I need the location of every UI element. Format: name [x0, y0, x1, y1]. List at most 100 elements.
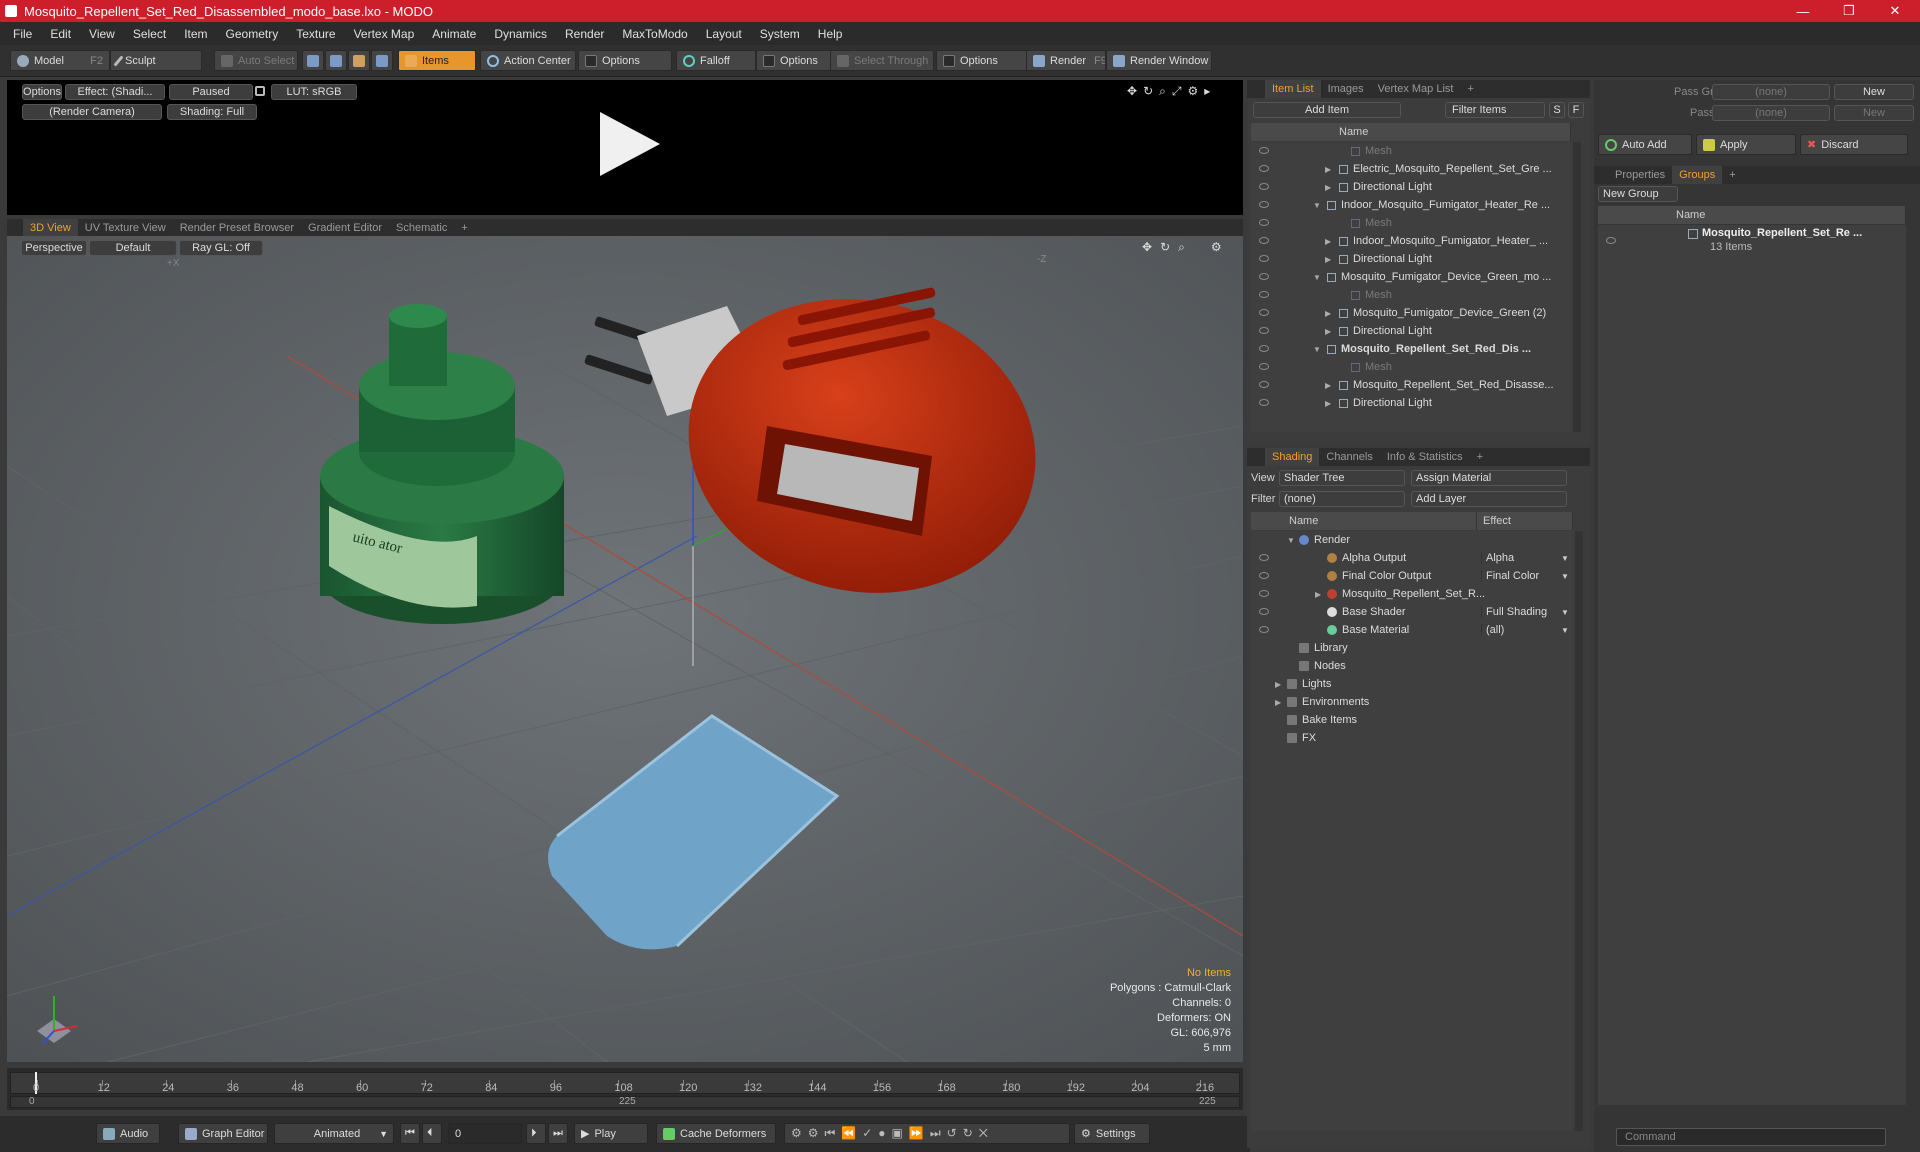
tab-properties[interactable]: Properties — [1608, 166, 1672, 184]
viewport-scene[interactable]: uito ator +X -Z — [7, 236, 1243, 1062]
perspective-dropdown[interactable]: Perspective — [21, 240, 87, 256]
filter-items-input[interactable]: Filter Items — [1445, 102, 1545, 118]
shading-dropdown[interactable]: Shading: Full — [167, 104, 257, 120]
visibility-eye-icon[interactable] — [1259, 399, 1269, 406]
expand-triangle-icon[interactable]: ▼ — [1313, 201, 1321, 210]
step-forward-button[interactable]: ⏵ — [526, 1123, 546, 1144]
item-list-row[interactable]: ▶ Directional Light — [1251, 178, 1571, 196]
item-list-row[interactable]: ▼ Mosquito_Repellent_Set_Red_Dis ... — [1251, 340, 1571, 358]
visibility-eye-icon[interactable] — [1259, 219, 1269, 226]
items-button[interactable]: Items — [398, 50, 476, 71]
add-layer-dropdown[interactable]: Add Layer — [1411, 491, 1567, 507]
menu-edit[interactable]: Edit — [41, 27, 80, 41]
step-back-button[interactable]: ⏴ — [422, 1123, 442, 1144]
select-through-button[interactable]: Select Through — [830, 50, 934, 71]
visibility-eye-icon[interactable] — [1259, 201, 1269, 208]
shader-row[interactable]: ▶ Environments — [1251, 693, 1573, 711]
settings-button[interactable]: ⚙ Settings — [1074, 1123, 1150, 1144]
model-button[interactable]: Model F2 — [10, 50, 110, 71]
discard-button[interactable]: ✖ Discard — [1800, 134, 1908, 155]
shader-row[interactable]: ▼ Render — [1251, 531, 1573, 549]
shader-row[interactable]: ▶ Lights — [1251, 675, 1573, 693]
visibility-eye-icon[interactable] — [1259, 327, 1269, 334]
menu-view[interactable]: View — [80, 27, 124, 41]
menu-dynamics[interactable]: Dynamics — [485, 27, 556, 41]
visibility-eye-icon[interactable] — [1259, 237, 1269, 244]
filter-dropdown[interactable]: (none) — [1279, 491, 1405, 507]
apply-button[interactable]: Apply — [1696, 134, 1796, 155]
item-list-row[interactable]: ▶ Mosquito_Repellent_Set_Red_Disasse... — [1251, 376, 1571, 394]
key-tools[interactable]: ⚙⚙⏮⏪✓●▣⏩⏭↺↻✕ — [784, 1123, 1070, 1144]
tab-images[interactable]: Images — [1321, 80, 1371, 98]
tab-shading[interactable]: Shading — [1265, 448, 1320, 466]
item-list-row[interactable]: ▶ Mosquito_Fumigator_Device_Green (2) — [1251, 304, 1571, 322]
view-dropdown[interactable]: Shader Tree — [1279, 470, 1405, 486]
menu-vertex-map[interactable]: Vertex Map — [345, 27, 424, 41]
expand-icon[interactable]: ⤢ — [1172, 84, 1182, 98]
shader-row[interactable]: FX — [1251, 729, 1573, 747]
visibility-eye-icon[interactable] — [1259, 626, 1269, 633]
tree-toggle-icon[interactable]: ▶ — [1315, 590, 1321, 599]
expand-triangle-icon[interactable]: ▼ — [1313, 345, 1321, 354]
tab-3d-view[interactable]: 3D View — [23, 219, 78, 237]
collapse-triangle-icon[interactable]: ▶ — [1325, 255, 1331, 264]
visibility-eye-icon[interactable] — [1259, 165, 1269, 172]
render-camera-dropdown[interactable]: (Render Camera) — [22, 104, 162, 120]
shader-effect-dropdown[interactable]: Full Shading — [1481, 606, 1573, 618]
visibility-eye-icon[interactable] — [1259, 554, 1269, 561]
menu-animate[interactable]: Animate — [423, 27, 485, 41]
tab-info-statistics[interactable]: Info & Statistics — [1380, 448, 1470, 466]
raygl-dropdown[interactable]: Ray GL: Off — [179, 240, 263, 256]
shader-scrollbar[interactable] — [1575, 531, 1583, 1131]
render-paused-button[interactable]: Paused — [169, 84, 253, 100]
collapse-triangle-icon[interactable]: ▶ — [1325, 237, 1331, 246]
add-tab-icon[interactable]: + — [1460, 80, 1480, 98]
tab-schematic[interactable]: Schematic — [389, 219, 454, 237]
options-button-2[interactable]: Options — [756, 50, 836, 71]
shader-row[interactable]: Library — [1251, 639, 1573, 657]
render-window-button[interactable]: Render Window — [1106, 50, 1212, 71]
item-list-scrollbar[interactable] — [1573, 142, 1581, 432]
shader-row[interactable]: Bake Items — [1251, 711, 1573, 729]
collapse-triangle-icon[interactable]: ▶ — [1325, 309, 1331, 318]
shader-row[interactable]: Alpha Output Alpha ▼ — [1251, 549, 1573, 567]
select-mode-vertices[interactable] — [302, 50, 324, 71]
zoom-icon[interactable]: ⌕ — [1178, 240, 1185, 255]
auto-select-button[interactable]: Auto Select — [214, 50, 298, 71]
item-list-row[interactable]: ▶ Indoor_Mosquito_Fumigator_Heater_ ... — [1251, 232, 1571, 250]
tab-uv-texture-view[interactable]: UV Texture View — [78, 219, 173, 237]
collapse-triangle-icon[interactable]: ▶ — [1325, 327, 1331, 336]
visibility-eye-icon[interactable] — [1259, 273, 1269, 280]
refresh-icon[interactable]: ↻ — [1143, 84, 1153, 98]
menu-system[interactable]: System — [751, 27, 809, 41]
collapse-triangle-icon[interactable]: ▶ — [1325, 165, 1331, 174]
item-list-row[interactable]: ▼ Indoor_Mosquito_Fumigator_Heater_Re ... — [1251, 196, 1571, 214]
filter-s-button[interactable]: S — [1549, 102, 1565, 118]
shader-effect-dropdown[interactable]: (all) — [1481, 624, 1573, 636]
item-list-row[interactable]: ▼ Mosquito_Fumigator_Device_Green_mo ... — [1251, 268, 1571, 286]
lut-dropdown[interactable]: LUT: sRGB — [271, 84, 357, 100]
menu-texture[interactable]: Texture — [287, 27, 344, 41]
command-input[interactable]: Command — [1616, 1128, 1886, 1146]
visibility-eye-icon[interactable] — [1606, 237, 1616, 244]
item-list-row[interactable]: ▶ Directional Light — [1251, 322, 1571, 340]
filter-f-button[interactable]: F — [1568, 102, 1584, 118]
tree-toggle-icon[interactable]: ▶ — [1275, 680, 1281, 689]
tree-toggle-icon[interactable]: ▼ — [1287, 536, 1295, 545]
frame-input[interactable]: 0 — [448, 1123, 522, 1144]
new-pass-button[interactable]: New — [1834, 105, 1914, 121]
item-list-row[interactable]: Mesh — [1251, 142, 1571, 160]
item-list-row[interactable]: ▶ Electric_Mosquito_Repellent_Set_Gre ... — [1251, 160, 1571, 178]
play-render-icon[interactable] — [592, 108, 664, 180]
options-button-1[interactable]: Options — [578, 50, 672, 71]
new-pass-group-button[interactable]: New — [1834, 84, 1914, 100]
menu-select[interactable]: Select — [124, 27, 175, 41]
go-to-start-button[interactable]: ⏮ — [400, 1123, 420, 1144]
visibility-eye-icon[interactable] — [1259, 608, 1269, 615]
visibility-eye-icon[interactable] — [1259, 590, 1269, 597]
shader-row[interactable]: Base Shader Full Shading ▼ — [1251, 603, 1573, 621]
select-mode-polygons[interactable] — [348, 50, 370, 71]
tab-vertex-map-list[interactable]: Vertex Map List — [1371, 80, 1461, 98]
default-dropdown[interactable]: Default — [89, 240, 177, 256]
visibility-eye-icon[interactable] — [1259, 291, 1269, 298]
